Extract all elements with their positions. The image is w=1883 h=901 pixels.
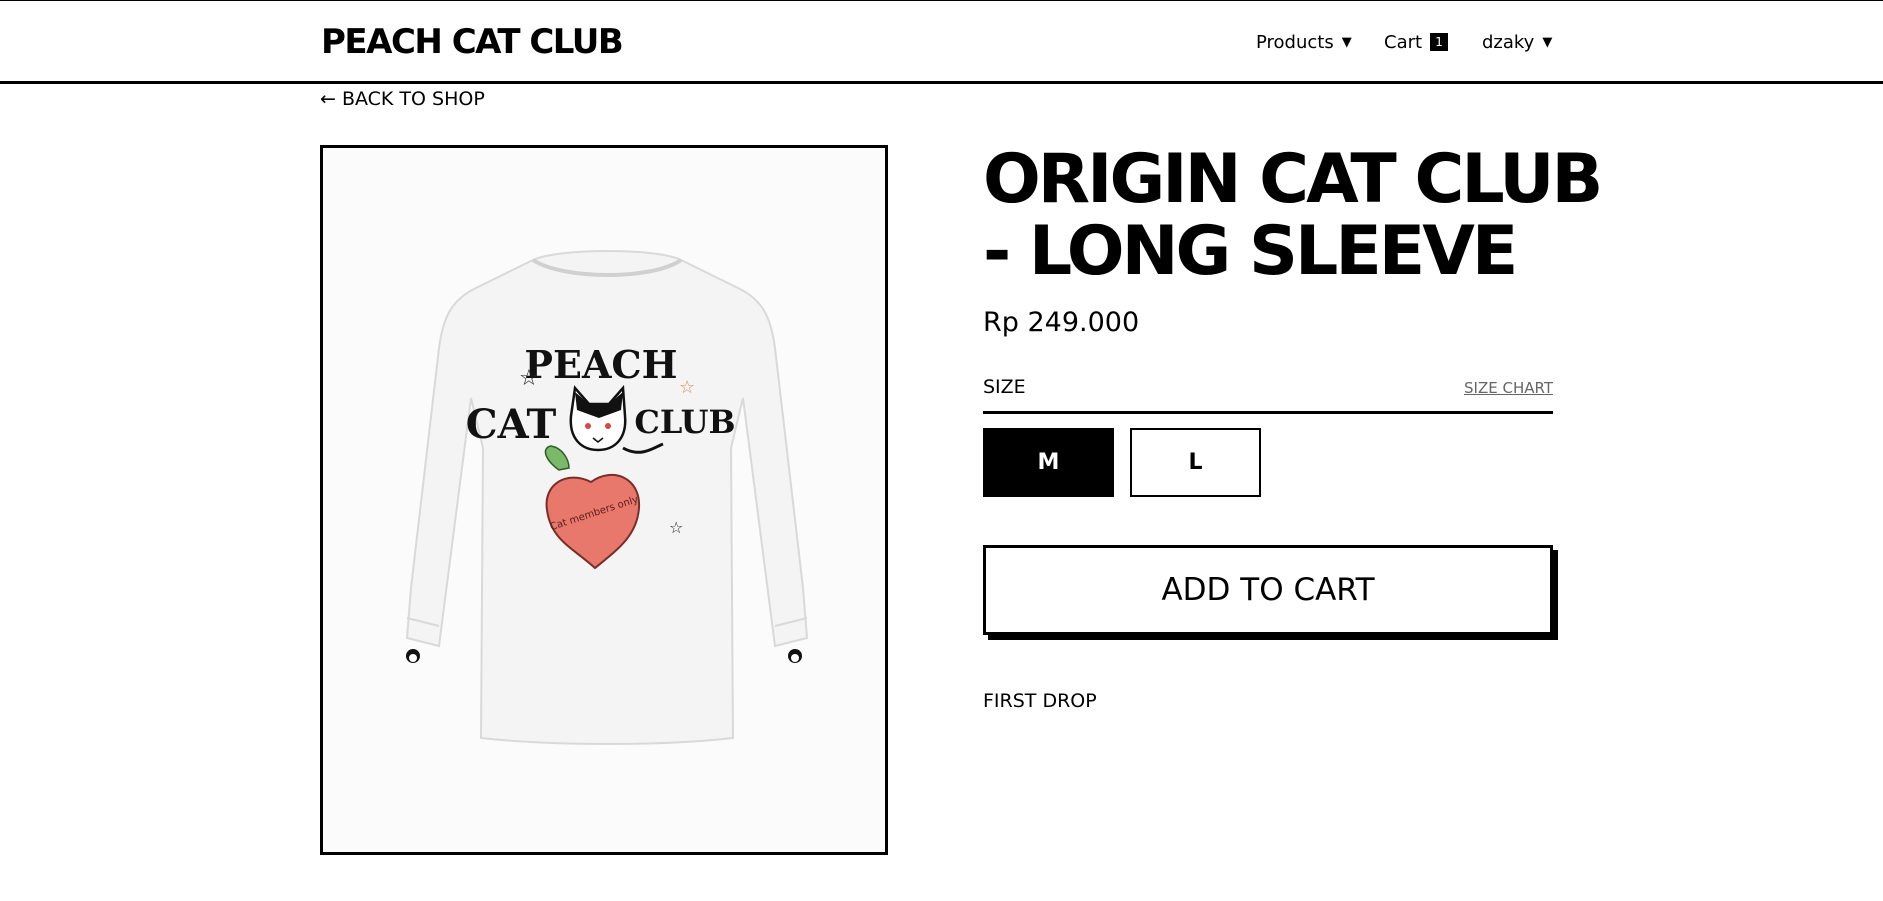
nav-products-label: Products [1256,31,1334,53]
caret-down-icon: ▼ [1542,34,1553,50]
print-text-club: CLUB [634,403,735,441]
nav-user-label: dzaky [1482,31,1535,53]
size-option-m[interactable]: M [983,428,1114,497]
add-to-cart-button[interactable]: ADD TO CART [983,545,1553,635]
product-price: Rp 249.000 [983,307,1140,338]
size-option-l[interactable]: L [1130,428,1261,497]
nav-user-dropdown[interactable]: dzaky ▼ [1482,29,1552,55]
print-text-peach: PEACH [524,342,677,387]
nav-products-dropdown[interactable]: Products ▼ [1256,29,1352,55]
cart-count-badge: 1 [1430,33,1449,51]
product-title-line2: - LONG SLEEVE [983,212,1518,291]
nav-cart[interactable]: Cart 1 [1384,29,1449,55]
product-photo-shirt: PEACH CAT CLUB ☆ ☆ ☆ Cat members only [323,148,885,852]
svg-text:☆: ☆ [679,377,695,398]
size-header: SIZE SIZE CHART [983,374,1553,414]
svg-text:☆: ☆ [669,518,683,537]
svg-text:☆: ☆ [519,366,539,391]
brand-logo[interactable]: PEACH CAT CLUB [321,21,624,63]
product-title: ORIGIN CAT CLUB - LONG SLEEVE [983,144,1603,288]
size-chart-link[interactable]: SIZE CHART [1464,379,1553,397]
product-description: FIRST DROP [983,690,1097,712]
caret-down-icon: ▼ [1341,34,1352,50]
print-text-cat: CAT [466,401,557,448]
back-to-shop-link[interactable]: ← BACK TO SHOP [320,86,485,112]
site-header: PEACH CAT CLUB Products ▼ Cart 1 dzaky ▼ [0,1,1883,84]
nav-cart-label: Cart [1384,31,1423,53]
product-title-line1: ORIGIN CAT CLUB [983,140,1603,219]
size-label: SIZE [983,376,1026,398]
product-image: PEACH CAT CLUB ☆ ☆ ☆ Cat members only [320,145,888,855]
